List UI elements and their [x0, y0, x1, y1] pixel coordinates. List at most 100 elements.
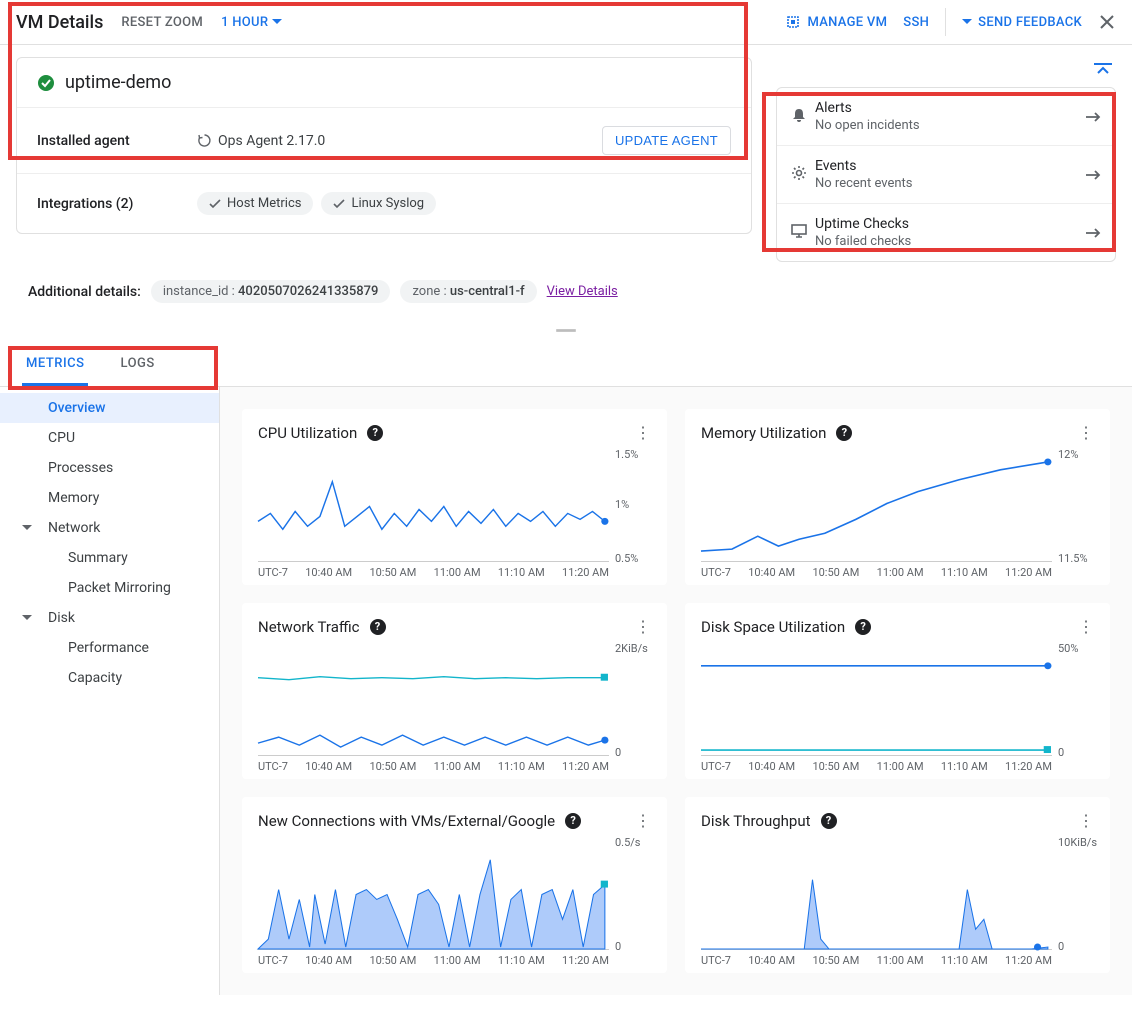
ytick: 0.5/s [615, 836, 640, 849]
separator [945, 8, 946, 36]
arrow-right-icon [1085, 169, 1101, 181]
manage-vm-button[interactable]: MANAGE VM [785, 14, 887, 30]
check-icon [333, 199, 345, 209]
tabs: METRICS LOGS [0, 344, 1132, 387]
chart-title: Memory Utilization [701, 424, 826, 442]
xaxis: UTC-710:40 AM10:50 AM11:00 AM11:10 AM11:… [258, 950, 609, 967]
metrics-sidebar: Overview CPU Processes Memory Network Su… [0, 387, 220, 995]
caret-down-icon [22, 525, 32, 531]
agent-label: Installed agent [37, 133, 197, 149]
arrow-right-icon [1085, 111, 1101, 123]
status-sub: No open incidents [815, 118, 1085, 133]
view-details-link[interactable]: View Details [547, 284, 618, 299]
check-icon [209, 199, 221, 209]
kebab-icon[interactable]: ⋮ [1078, 811, 1094, 830]
uptime-item[interactable]: Uptime ChecksNo failed checks [777, 204, 1115, 261]
kebab-icon[interactable]: ⋮ [1078, 423, 1094, 442]
reset-zoom-button[interactable]: RESET ZOOM [121, 15, 203, 30]
ytick: 0.5% [615, 552, 638, 565]
chart-connections: New Connections with VMs/External/Google… [242, 797, 667, 973]
status-title: Events [815, 158, 1085, 174]
xaxis: UTC-710:40 AM10:50 AM11:00 AM11:10 AM11:… [701, 562, 1052, 579]
events-item[interactable]: Events No recent events [777, 146, 1115, 204]
chart-network: Network Traffic ? ⋮ 2KiB/s 0 UTC-710:40 … [242, 603, 667, 779]
kebab-icon[interactable]: ⋮ [635, 423, 651, 442]
refresh-icon [197, 133, 212, 148]
chart-canvas[interactable]: 2KiB/s 0 [258, 646, 609, 756]
kebab-icon[interactable]: ⋮ [635, 811, 651, 830]
ytick: 11.5% [1058, 552, 1088, 565]
sidebar-item-processes[interactable]: Processes [0, 453, 219, 483]
help-icon[interactable]: ? [565, 813, 581, 829]
chip-label: Host Metrics [227, 196, 301, 211]
status-title: Alerts [815, 100, 1085, 116]
sidebar-item-capacity[interactable]: Capacity [0, 663, 219, 693]
update-agent-button[interactable]: UPDATE AGENT [602, 126, 731, 155]
caret-down-icon [22, 615, 32, 621]
kebab-icon[interactable]: ⋮ [635, 617, 651, 636]
ytick: 1% [615, 498, 629, 511]
charts-grid: CPU Utilization ? ⋮ 1.5% 1% 0.5% UTC-710… [220, 387, 1132, 995]
vm-info-card: uptime-demo Installed agent Ops Agent 2.… [16, 57, 752, 234]
tab-logs[interactable]: LOGS [116, 344, 158, 386]
chart-canvas[interactable]: 1.5% 1% 0.5% [258, 452, 609, 562]
ssh-button[interactable]: SSH [903, 15, 929, 30]
kebab-icon[interactable]: ⋮ [1078, 617, 1094, 636]
chart-canvas[interactable]: 50% 0 [701, 646, 1052, 756]
gear-icon [791, 165, 807, 181]
caret-down-icon [962, 19, 972, 25]
sidebar-item-summary[interactable]: Summary [0, 543, 219, 573]
help-icon[interactable]: ? [370, 619, 386, 635]
help-icon[interactable]: ? [821, 813, 837, 829]
resize-handle[interactable]: ━━ [0, 317, 1132, 344]
send-feedback-dropdown[interactable]: SEND FEEDBACK [962, 15, 1082, 30]
integration-chip[interactable]: Linux Syslog [321, 192, 436, 215]
agent-version: Ops Agent 2.17.0 [218, 133, 325, 149]
details-label: Additional details: [28, 284, 141, 300]
chip-icon [785, 14, 801, 30]
status-title: Uptime Checks [815, 216, 1085, 232]
collapse-icon[interactable] [1094, 63, 1112, 77]
time-range-dropdown[interactable]: 1 HOUR [221, 15, 282, 30]
ytick: 0 [615, 940, 621, 953]
ytick: 2KiB/s [615, 642, 648, 655]
chart-canvas[interactable]: 0.5/s 0 [258, 840, 609, 950]
ytick: 12% [1058, 448, 1078, 461]
status-sub: No recent events [815, 176, 1085, 191]
alerts-item[interactable]: Alerts No open incidents [777, 88, 1115, 146]
check-circle-icon [37, 74, 55, 92]
tab-metrics[interactable]: METRICS [22, 344, 88, 386]
chart-title: New Connections with VMs/External/Google [258, 812, 555, 830]
bell-icon [791, 107, 807, 123]
additional-details: Additional details: instance_id : 402050… [0, 274, 1132, 317]
ytick: 0 [1058, 940, 1064, 953]
chart-canvas[interactable]: 12% 11.5% [701, 452, 1052, 562]
help-icon[interactable]: ? [855, 619, 871, 635]
ytick: 10KiB/s [1058, 836, 1097, 849]
topbar: VM Details RESET ZOOM 1 HOUR MANAGE VM S… [0, 0, 1132, 45]
page-title: VM Details [16, 12, 103, 33]
sidebar-item-packet-mirroring[interactable]: Packet Mirroring [0, 573, 219, 603]
sidebar-item-network[interactable]: Network [0, 513, 219, 543]
sidebar-item-cpu[interactable]: CPU [0, 423, 219, 453]
sidebar-item-overview[interactable]: Overview [0, 393, 219, 423]
sidebar-item-memory[interactable]: Memory [0, 483, 219, 513]
close-icon[interactable] [1098, 13, 1116, 31]
sidebar-item-disk[interactable]: Disk [0, 603, 219, 633]
ytick: 0 [615, 746, 621, 759]
status-list: Alerts No open incidents Events No recent … [776, 87, 1116, 262]
chart-canvas[interactable]: 10KiB/s 0 [701, 840, 1052, 950]
xaxis: UTC-710:40 AM10:50 AM11:00 AM11:10 AM11:… [258, 756, 609, 773]
integration-chip[interactable]: Host Metrics [197, 192, 313, 215]
monitor-icon [791, 223, 807, 239]
help-icon[interactable]: ? [367, 425, 383, 441]
sidebar-item-performance[interactable]: Performance [0, 633, 219, 663]
manage-vm-label: MANAGE VM [807, 15, 887, 30]
help-icon[interactable]: ? [836, 425, 852, 441]
xaxis: UTC-710:40 AM10:50 AM11:00 AM11:10 AM11:… [258, 562, 609, 579]
ytick: 0 [1058, 746, 1064, 759]
chart-memory: Memory Utilization ? ⋮ 12% 11.5% UTC-710… [685, 409, 1110, 585]
time-range-label: 1 HOUR [221, 15, 268, 30]
caret-down-icon [272, 19, 282, 25]
ytick: 1.5% [615, 448, 638, 461]
